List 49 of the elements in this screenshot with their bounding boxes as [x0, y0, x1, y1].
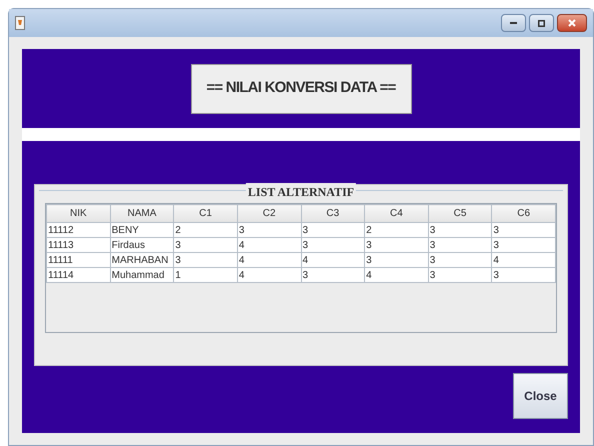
- table-cell: 3: [428, 268, 492, 282]
- table-cell: 3: [492, 268, 556, 282]
- table-cell: MARHABAN: [110, 252, 174, 268]
- table-cell: 3: [174, 238, 238, 252]
- table-cell: 4: [301, 252, 365, 268]
- table-cell: 11113: [46, 238, 110, 252]
- table-cell: 4: [237, 238, 301, 252]
- column-header[interactable]: C6: [492, 204, 556, 222]
- minimize-button[interactable]: [501, 14, 526, 32]
- maximize-button[interactable]: [529, 14, 554, 32]
- table-cell: Muhammad: [110, 268, 174, 282]
- table-cell: 3: [364, 252, 428, 268]
- header-title: == NILAI KONVERSI DATA ==: [190, 64, 412, 114]
- app-icon: [15, 16, 25, 30]
- column-header[interactable]: NAMA: [110, 204, 174, 222]
- table-cell: 11112: [46, 222, 110, 238]
- column-header[interactable]: C2: [237, 204, 301, 222]
- table-cell: 1: [174, 268, 238, 282]
- table-cell: 3: [301, 268, 365, 282]
- close-button[interactable]: Close: [513, 373, 568, 419]
- table-cell: Firdaus: [110, 238, 174, 252]
- table-cell: 3: [174, 252, 238, 268]
- column-header[interactable]: C4: [364, 204, 428, 222]
- table-cell: 3: [301, 238, 365, 252]
- table-cell: 11114: [46, 268, 110, 282]
- table-cell: 2: [364, 222, 428, 238]
- table-cell: 3: [492, 238, 556, 252]
- column-header[interactable]: C1: [174, 204, 238, 222]
- minimize-icon: [510, 22, 517, 24]
- table-cell: 4: [364, 268, 428, 282]
- column-header[interactable]: C3: [301, 204, 365, 222]
- close-window-button[interactable]: [557, 14, 587, 32]
- table-cell: 3: [428, 222, 492, 238]
- table-cell: 3: [492, 222, 556, 238]
- table-cell: 3: [237, 222, 301, 238]
- table-cell: 3: [428, 252, 492, 268]
- table-cell: 3: [301, 222, 365, 238]
- table-cell: 3: [364, 238, 428, 252]
- table-cell: 3: [428, 238, 492, 252]
- table-cell: 11111: [46, 252, 110, 268]
- column-header[interactable]: NIK: [46, 204, 110, 222]
- column-header[interactable]: C5: [428, 204, 492, 222]
- close-icon: [568, 19, 576, 27]
- table-cell: 4: [237, 252, 301, 268]
- maximize-icon: [538, 20, 545, 26]
- table-cell: 4: [492, 252, 556, 268]
- table-cell: 2: [174, 222, 238, 238]
- table-cell: BENY: [110, 222, 174, 238]
- table-cell: 4: [237, 268, 301, 282]
